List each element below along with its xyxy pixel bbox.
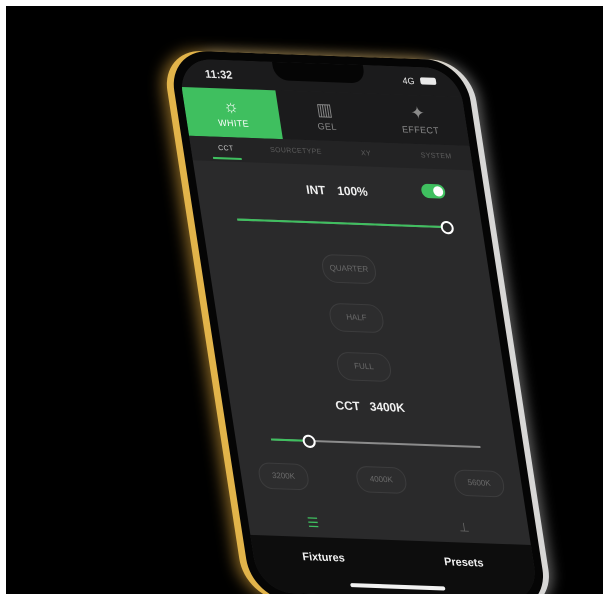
intensity-slider-thumb[interactable]	[439, 220, 455, 235]
crosshair-icon[interactable]: ⊥	[458, 520, 471, 535]
battery-icon	[419, 77, 437, 85]
bottom-nav: Fixtures Presets	[250, 534, 540, 594]
cct-slider[interactable]	[270, 434, 481, 449]
intensity-slider-fill	[237, 218, 447, 229]
subtab-system[interactable]: SYSTEM	[399, 143, 473, 170]
intensity-toggle[interactable]	[420, 183, 447, 199]
cct-presets: 3200K 4000K 5600K	[256, 462, 506, 498]
preset-3200k-button[interactable]: 3200K	[256, 462, 311, 491]
cct-label: CCT	[334, 398, 361, 414]
tab-white[interactable]: ☼ WHITE	[181, 86, 283, 140]
sun-icon: ☼	[221, 96, 241, 117]
quarter-button[interactable]: QUARTER	[320, 253, 378, 285]
sliders-icon[interactable]: ☰	[306, 515, 320, 532]
toggle-knob	[432, 186, 444, 197]
gel-icon: ▥	[314, 99, 335, 120]
cct-value: 3400K	[368, 399, 406, 415]
subtab-cct[interactable]: CCT	[189, 136, 263, 163]
sparkle-icon: ✦	[409, 103, 427, 124]
intensity-label: INT	[305, 182, 327, 198]
signal-indicator: 4G	[401, 75, 416, 87]
half-button[interactable]: HALF	[327, 302, 386, 334]
intensity-value: 100%	[336, 183, 369, 199]
tab-effect-label: EFFECT	[401, 124, 440, 136]
notch	[271, 61, 366, 84]
full-button[interactable]: FULL	[335, 351, 393, 383]
phone-device: 11:32 4G ☼ WHITE ▥ GEL ✦ EFFECT CCT SOUR…	[168, 50, 549, 594]
tab-gel[interactable]: ▥ GEL	[275, 90, 376, 142]
preset-5600k-button[interactable]: 5600K	[452, 469, 506, 498]
tab-white-label: WHITE	[217, 117, 250, 129]
app-screen: 11:32 4G ☼ WHITE ▥ GEL ✦ EFFECT CCT SOUR…	[177, 58, 540, 594]
subtab-xy[interactable]: XY	[329, 141, 403, 168]
subtab-sourcetype[interactable]: SOURCETYPE	[259, 138, 333, 165]
preset-4000k-button[interactable]: 4000K	[354, 465, 409, 495]
status-time: 11:32	[204, 68, 234, 82]
tab-effect[interactable]: ✦ EFFECT	[369, 94, 470, 146]
intensity-slider[interactable]	[237, 218, 455, 235]
tab-gel-label: GEL	[316, 121, 338, 133]
cct-slider-thumb[interactable]	[301, 434, 317, 449]
photo-backdrop: 11:32 4G ☼ WHITE ▥ GEL ✦ EFFECT CCT SOUR…	[6, 6, 603, 594]
cct-readout: CCT 3400K	[229, 394, 512, 418]
